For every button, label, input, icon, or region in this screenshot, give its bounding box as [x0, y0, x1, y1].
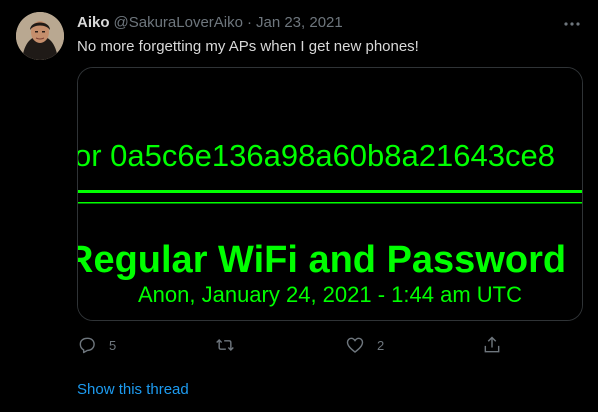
media-image: or 0a5c6e136a98a60b8a21643ce8 Regular Wi… [78, 68, 582, 320]
media-divider-mid [78, 202, 582, 204]
heart-icon [346, 337, 364, 353]
avatar[interactable] [16, 12, 64, 60]
media-divider-top [78, 190, 582, 193]
author-handle[interactable]: @SakuraLoverAiko [114, 14, 243, 31]
tweet-media[interactable]: or 0a5c6e136a98a60b8a21643ce8 Regular Wi… [77, 67, 583, 321]
more-dots-icon [564, 22, 580, 26]
tweet-date[interactable]: Jan 23, 2021 [256, 14, 343, 31]
tweet[interactable]: Aiko @SakuraLoverAiko · Jan 23, 2021 No mor… [0, 0, 598, 412]
more-options-button[interactable] [560, 12, 584, 36]
reply-count: 5 [109, 337, 117, 353]
like-count: 2 [377, 337, 385, 353]
share-upload-icon [484, 336, 500, 353]
tweet-header: Aiko @SakuraLoverAiko · Jan 23, 2021 [77, 14, 343, 32]
like-button[interactable]: 2 [345, 333, 384, 357]
media-line-3: Anon, January 24, 2021 - 1:44 am UTC [138, 282, 522, 307]
share-button[interactable] [482, 333, 502, 357]
avatar-image [16, 12, 64, 60]
tweet-actions: 5 2 [77, 333, 517, 357]
retweet-button[interactable] [215, 333, 247, 357]
media-line-2: Regular WiFi and Password [78, 239, 566, 281]
tweet-text: No more forgetting my APs when I get new… [77, 38, 419, 55]
show-thread-link[interactable]: Show this thread [77, 381, 189, 399]
reply-bubble-icon [79, 337, 95, 354]
reply-button[interactable]: 5 [77, 333, 116, 357]
author-name[interactable]: Aiko [77, 14, 110, 31]
media-line-1: or 0a5c6e136a98a60b8a21643ce8 [78, 138, 555, 173]
separator-dot: · [246, 14, 252, 31]
retweet-arrows-icon [216, 338, 234, 352]
